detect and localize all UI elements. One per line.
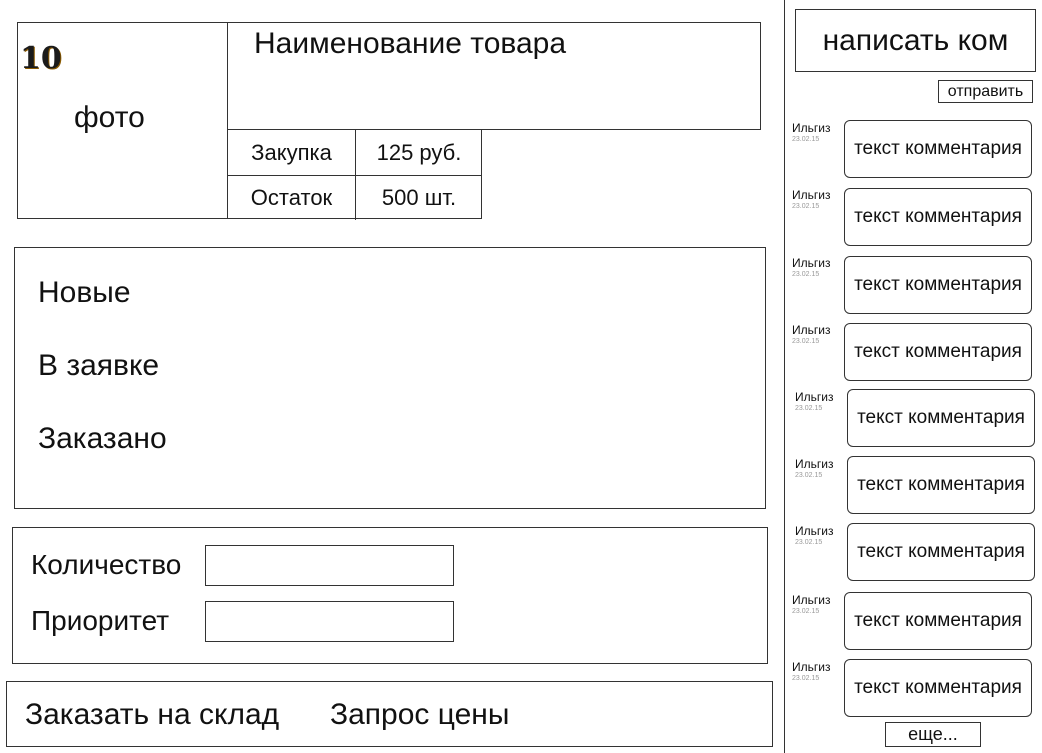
comment-date: 23.02.15 xyxy=(792,608,820,615)
comment-author: Ильгиз xyxy=(795,457,834,471)
comment-author: Ильгиз xyxy=(795,524,834,538)
comment-author: Ильгиз xyxy=(792,256,831,270)
comment-date: 23.02.15 xyxy=(792,338,820,345)
stock-value: 500 шт. xyxy=(381,184,457,210)
comment-bubble: текст комментария xyxy=(844,659,1032,717)
comment-date: 23.02.15 xyxy=(792,136,820,143)
comment-bubble: текст комментария xyxy=(847,456,1035,514)
send-comment-button[interactable]: отправить xyxy=(938,80,1033,103)
product-badge-number: 10 xyxy=(20,41,62,76)
photo-placeholder-label: фото xyxy=(74,101,145,134)
order-to-warehouse-button[interactable]: Заказать на склад xyxy=(25,697,279,733)
comment-author: Ильгиз xyxy=(792,323,831,337)
comment-input[interactable] xyxy=(796,22,1035,59)
comment-bubble: текст комментария xyxy=(844,188,1032,246)
quantity-label: Количество xyxy=(31,549,182,580)
comment-date: 23.02.15 xyxy=(795,472,823,479)
comment-author: Ильгиз xyxy=(792,660,831,674)
comment-bubble: текст комментария xyxy=(844,120,1032,178)
sidebar-divider xyxy=(784,0,785,753)
info-row-stock: Остаток 500 шт. xyxy=(228,175,482,220)
comment-author: Ильгиз xyxy=(792,121,831,135)
comment-bubble: текст комментария xyxy=(844,592,1032,650)
comment-date: 23.02.15 xyxy=(795,539,823,546)
purchase-value: 125 руб. xyxy=(376,139,462,165)
comment-author: Ильгиз xyxy=(792,593,831,607)
comment-bubble: текст комментария xyxy=(844,323,1032,381)
status-item-in-request[interactable]: В заявке xyxy=(38,348,159,384)
info-row-purchase: Закупка 125 руб. xyxy=(228,130,482,176)
quantity-input[interactable] xyxy=(205,545,454,586)
product-title: Наименование товара xyxy=(254,27,567,60)
comment-author: Ильгиз xyxy=(795,390,834,404)
comment-date: 23.02.15 xyxy=(792,675,820,682)
comment-bubble: текст комментария xyxy=(847,523,1035,581)
product-info-table: Закупка 125 руб. Остаток 500 шт. xyxy=(227,129,482,220)
comment-author: Ильгиз xyxy=(792,188,831,202)
stock-label: Остаток xyxy=(228,175,356,220)
status-item-ordered[interactable]: Заказано xyxy=(38,421,167,457)
comment-date: 23.02.15 xyxy=(792,203,820,210)
status-item-new[interactable]: Новые xyxy=(38,275,131,311)
comment-date: 23.02.15 xyxy=(792,271,820,278)
comment-bubble: текст комментария xyxy=(844,256,1032,314)
purchase-label: Закупка xyxy=(228,130,356,175)
comment-bubble: текст комментария xyxy=(847,389,1035,447)
priority-input[interactable] xyxy=(205,601,454,642)
comment-date: 23.02.15 xyxy=(795,405,823,412)
price-request-button[interactable]: Запрос цены xyxy=(330,697,509,733)
priority-label: Приоритет xyxy=(31,605,170,636)
comment-input-box[interactable] xyxy=(795,9,1036,72)
more-comments-button[interactable]: еще... xyxy=(885,722,981,747)
